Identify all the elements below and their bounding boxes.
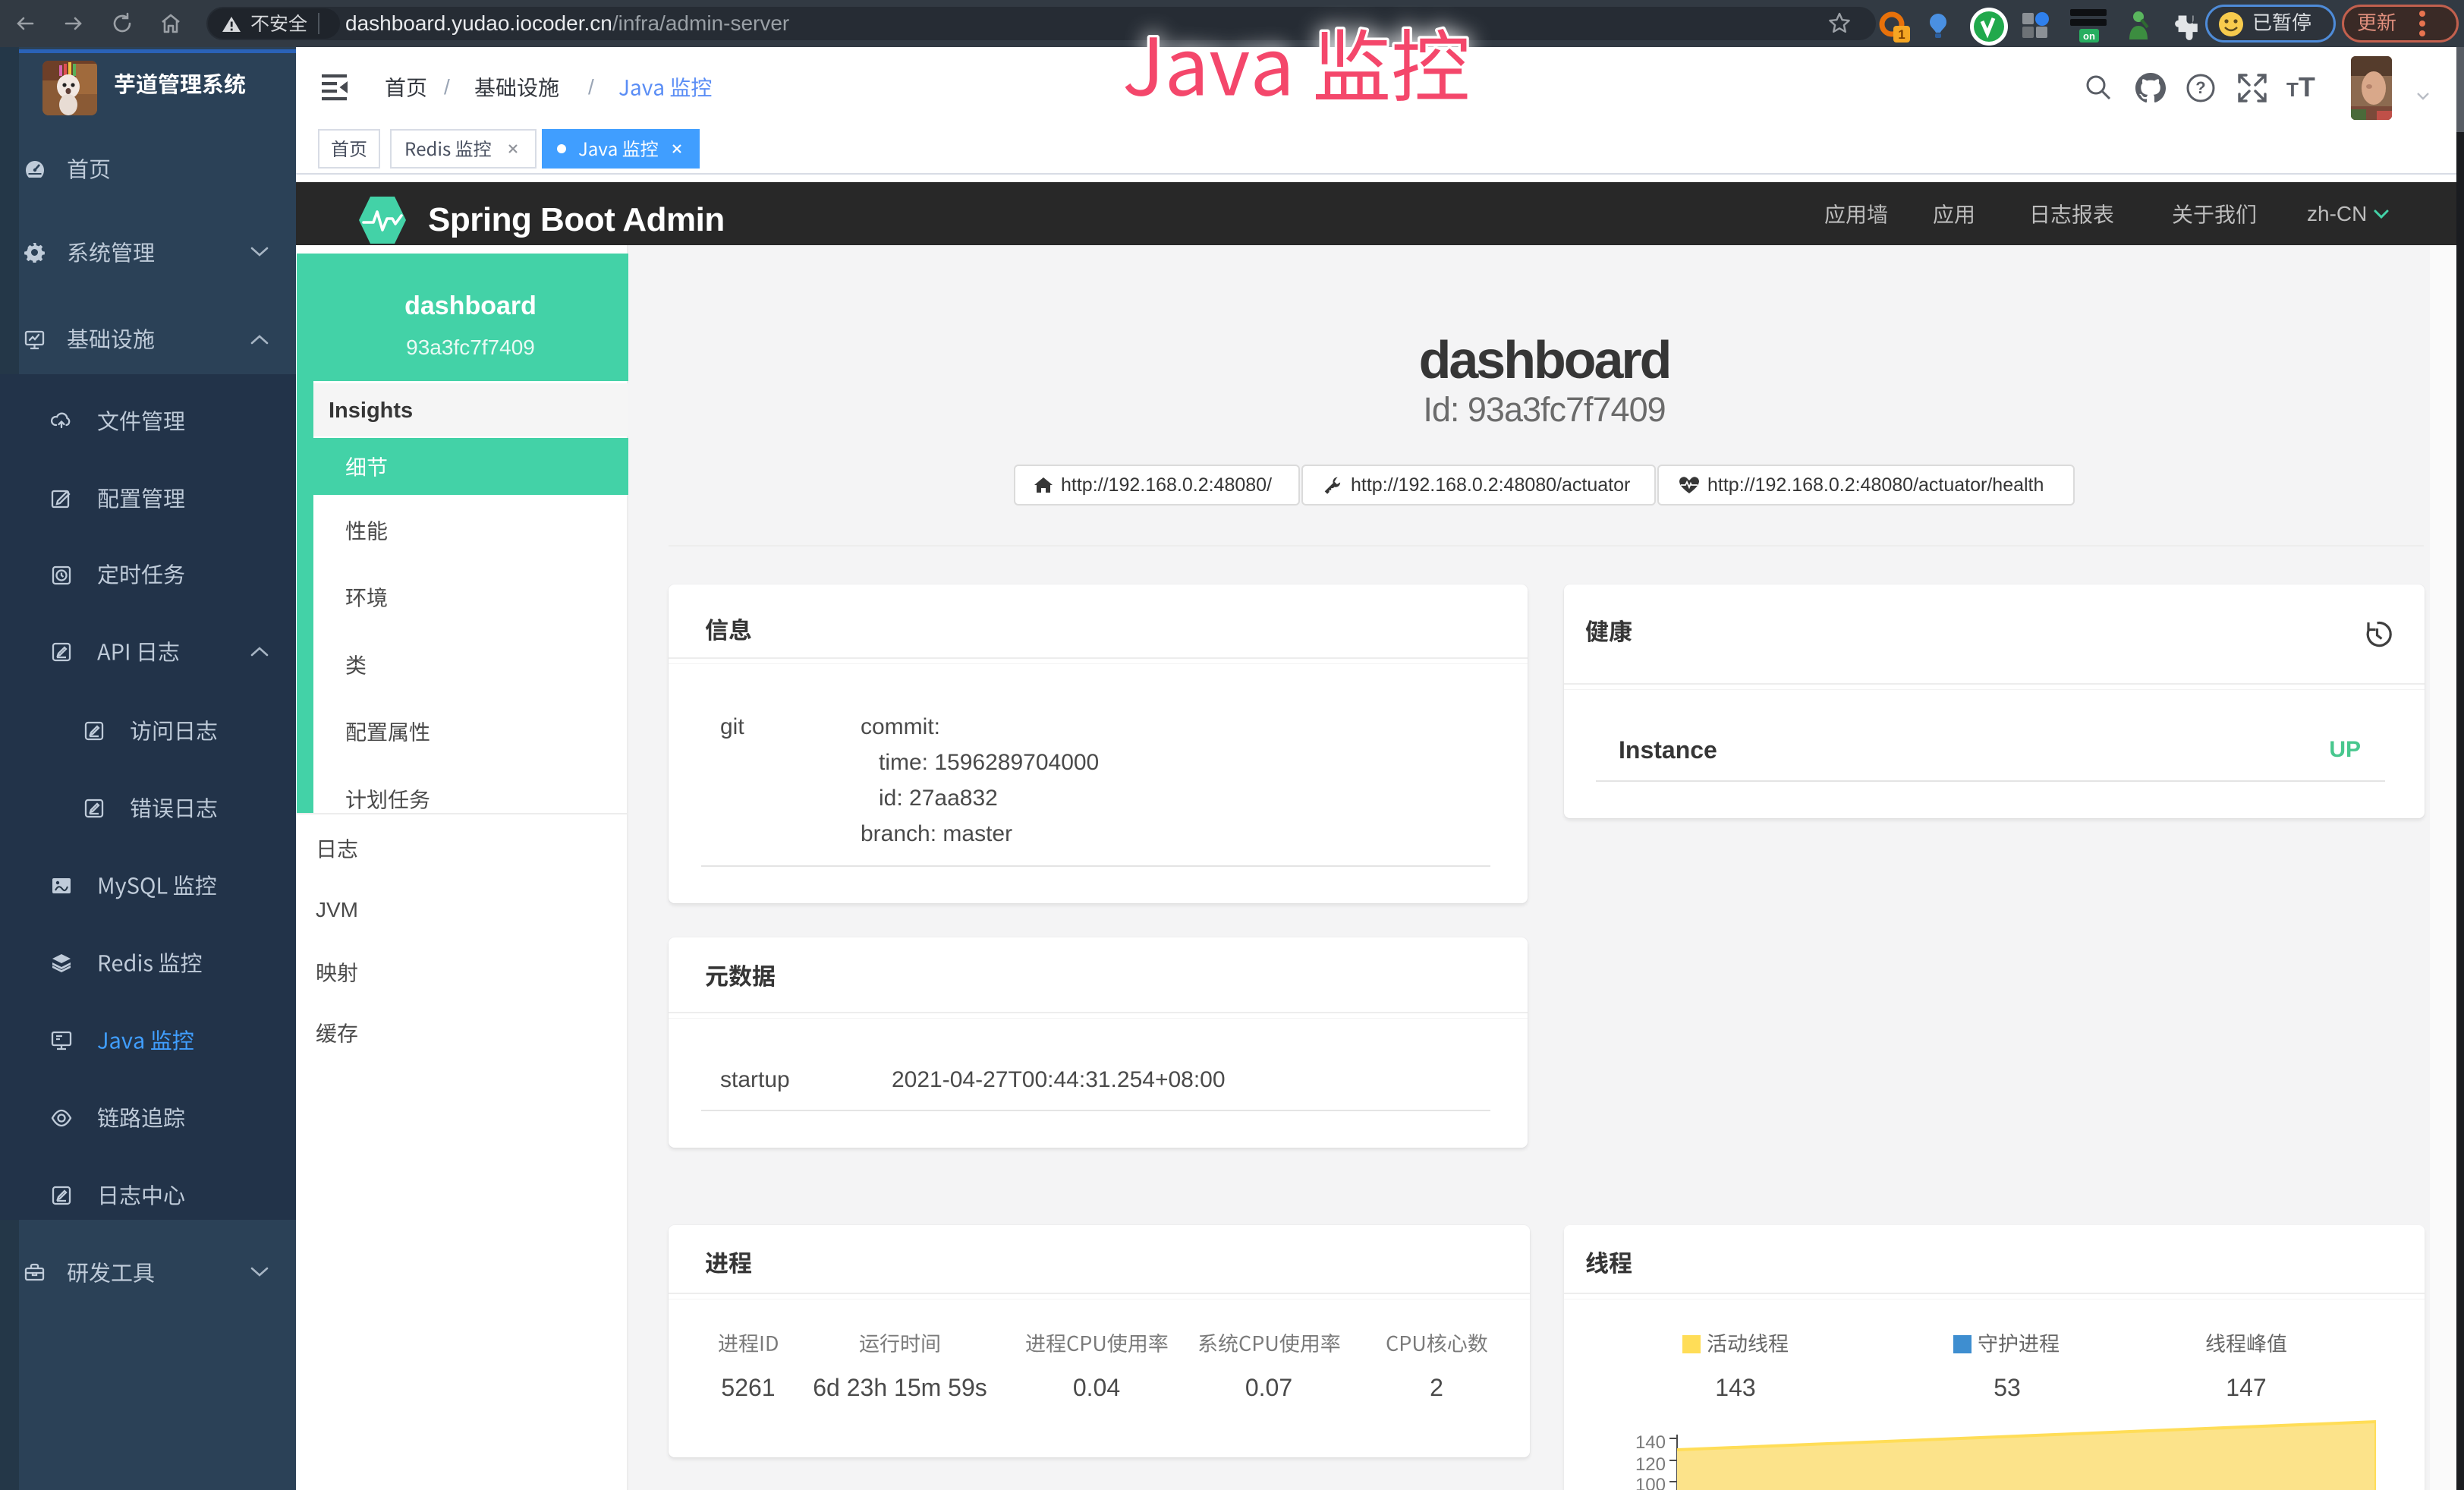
- svg-text:?: ?: [2195, 78, 2205, 97]
- svg-text:on: on: [2083, 30, 2095, 42]
- svg-text:1: 1: [1898, 27, 1905, 42]
